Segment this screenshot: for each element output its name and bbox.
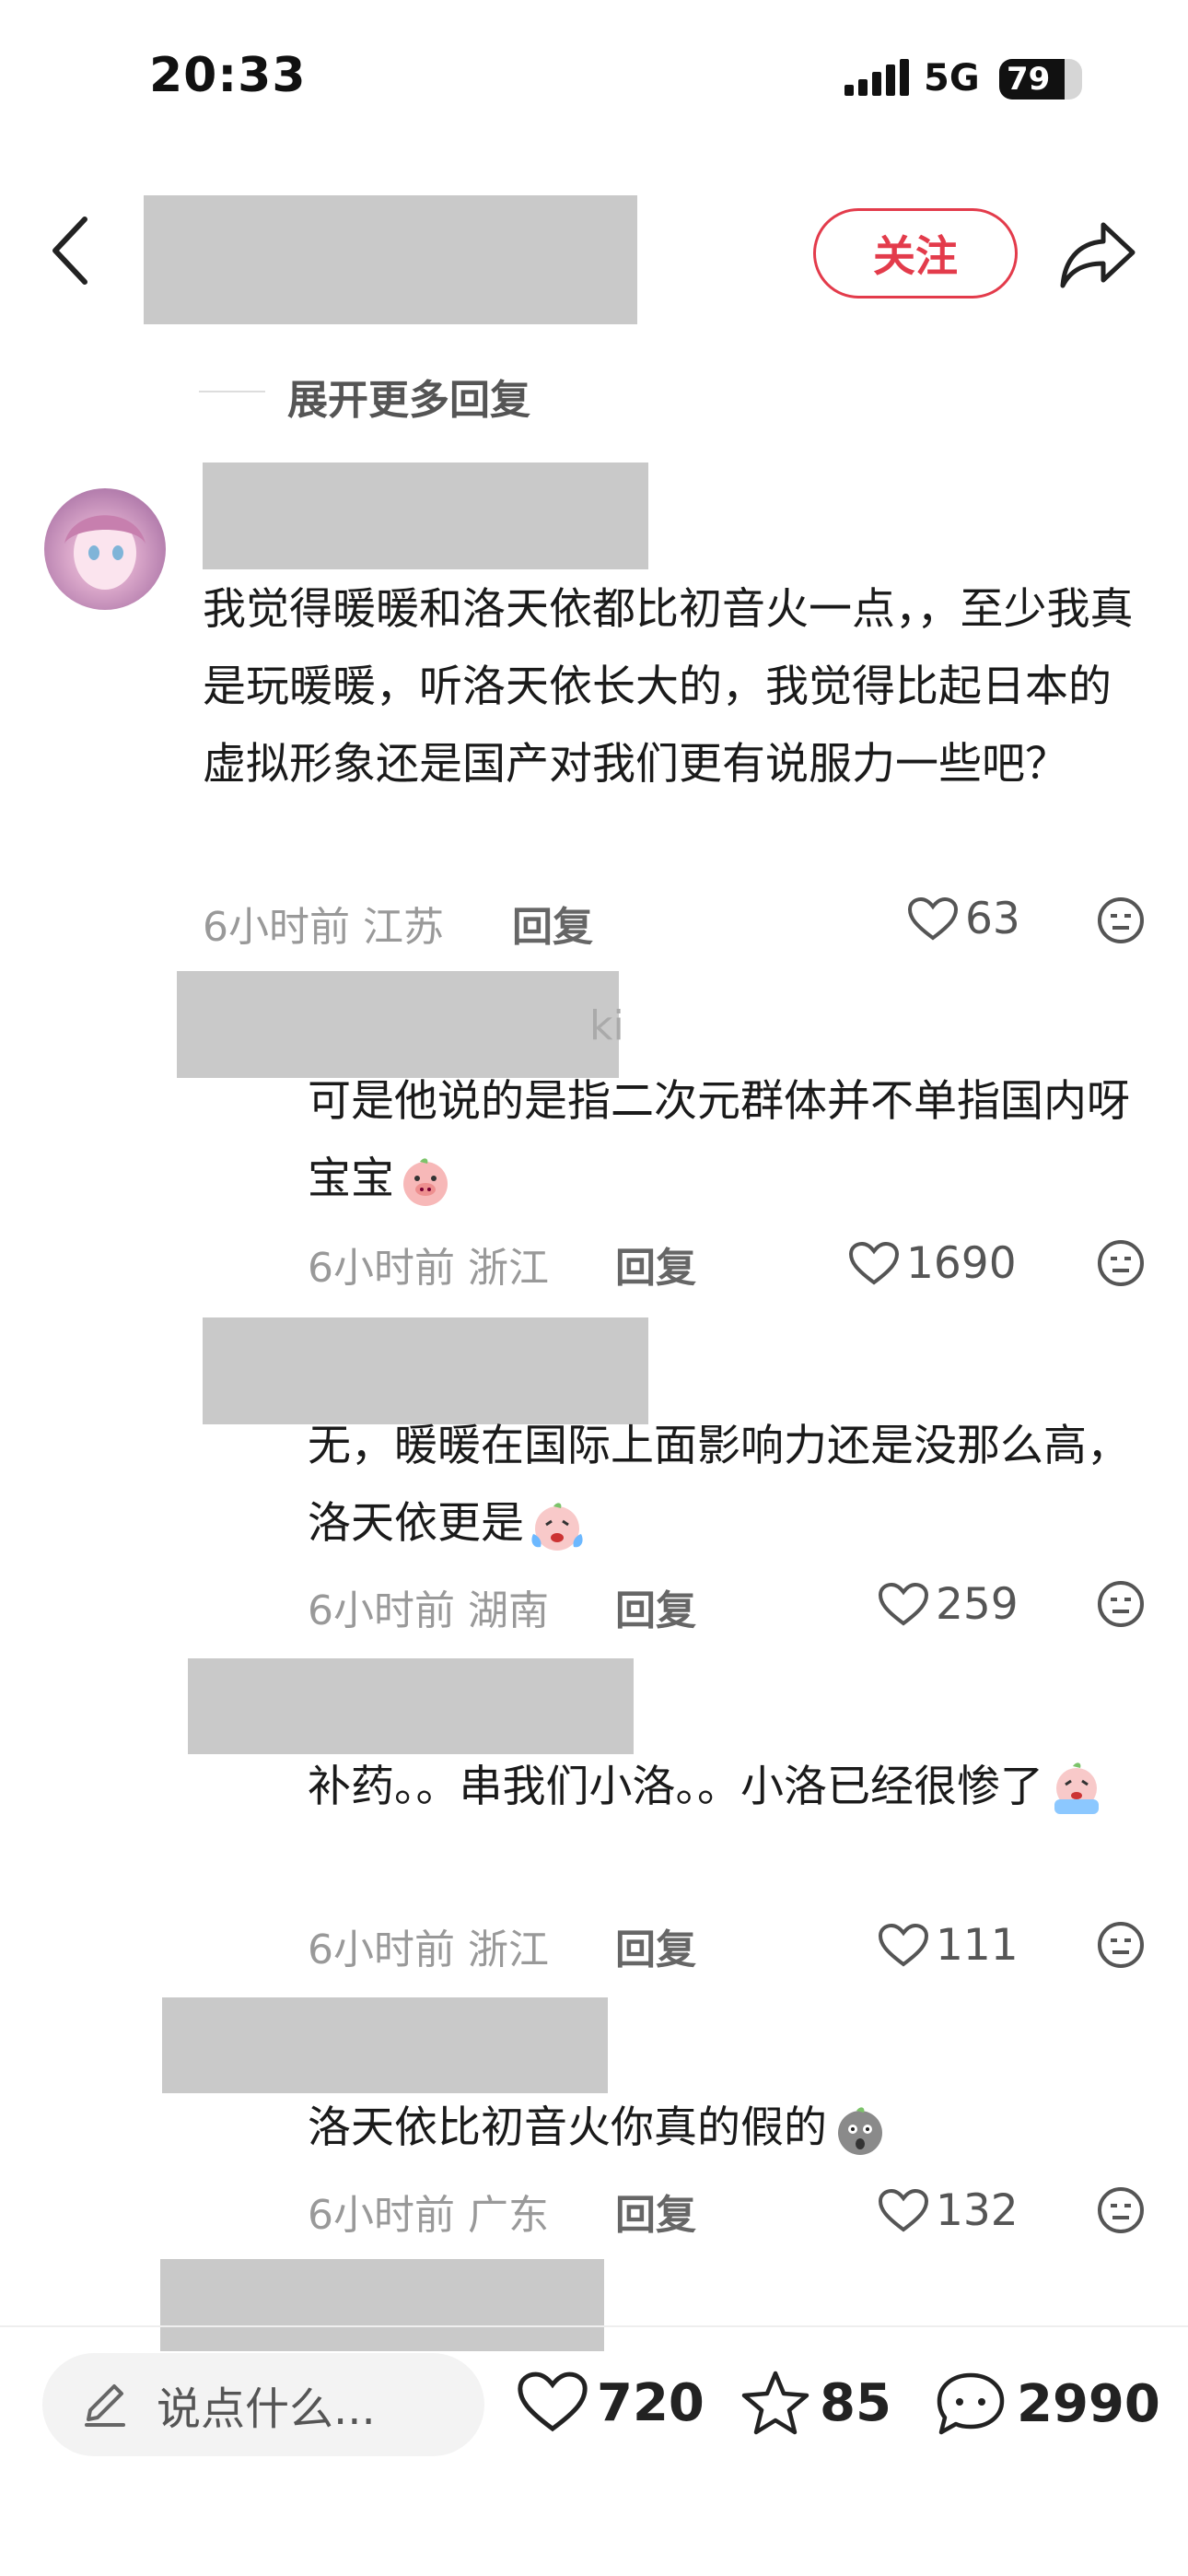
comment-meta: 6小时前 浙江	[308, 1235, 549, 1294]
back-arrow-icon[interactable]	[48, 214, 92, 287]
shocked-face-icon	[838, 2106, 882, 2155]
username-redacted	[177, 971, 619, 1078]
favorite-count: 85	[820, 2372, 891, 2433]
comment-time: 6小时前	[308, 1926, 455, 1973]
username-fragment: ki	[589, 1002, 624, 1049]
pencil-icon	[85, 2384, 125, 2427]
like-button[interactable]: 111	[879, 1920, 1019, 1971]
reply-button[interactable]: 回复	[615, 2182, 696, 2241]
comment-input-placeholder: 说点什么...	[157, 2383, 376, 2435]
like-count: 1690	[906, 1238, 1017, 1289]
comment-meta: 6小时前 江苏	[203, 894, 444, 953]
heart-icon	[908, 896, 958, 940]
reply-button[interactable]: 回复	[615, 1916, 696, 1975]
heart-icon	[879, 1923, 928, 1966]
follow-button[interactable]: 关注	[813, 208, 1018, 299]
comment-meta: 6小时前 浙江	[308, 1916, 549, 1975]
expand-more-replies[interactable]: 展开更多回复	[287, 367, 530, 426]
like-count: 132	[936, 2185, 1019, 2236]
reply-button[interactable]: 回复	[512, 894, 593, 953]
reply-button[interactable]: 回复	[615, 1235, 696, 1294]
username-redacted	[203, 463, 648, 569]
avatar[interactable]	[44, 488, 166, 610]
comment-bubble-icon	[937, 2372, 1005, 2435]
comment-location: 江苏	[363, 904, 444, 951]
dislike-face-icon[interactable]	[1096, 1238, 1146, 1288]
comment-text: 补药。。串我们小洛。。小洛已经很惨了	[308, 1749, 1136, 1826]
dislike-face-icon[interactable]	[1096, 1579, 1146, 1629]
like-button[interactable]: 132	[879, 2185, 1019, 2236]
avatar-illustration	[64, 515, 146, 590]
favorite-button[interactable]: 85	[740, 2370, 891, 2436]
comment-text-content: 无，暖暖在国际上面影响力还是没那么高，洛天依更是	[308, 1421, 1130, 1549]
comment-location: 广东	[468, 2192, 549, 2239]
comment-meta: 6小时前 广东	[308, 2182, 549, 2241]
expand-divider	[199, 391, 265, 392]
network-type: 5G	[924, 57, 980, 100]
comment-text-content: 洛天依比初音火你真的假的	[308, 2102, 827, 2153]
comment-location: 浙江	[468, 1926, 549, 1973]
comment-time: 6小时前	[308, 1245, 455, 1292]
battery-icon: 79	[999, 59, 1082, 100]
heart-icon	[518, 2371, 588, 2432]
comment-text-content: 补药。。串我们小洛。。小洛已经很惨了	[308, 1762, 1043, 1812]
like-post-button[interactable]: 720	[518, 2371, 705, 2434]
comment-location: 浙江	[468, 1245, 549, 1292]
heart-icon	[879, 2188, 928, 2231]
share-icon[interactable]	[1057, 217, 1138, 291]
reply-button[interactable]: 回复	[615, 1577, 696, 1636]
comment-text: 洛天依比初音火你真的假的	[308, 2090, 1155, 2167]
like-count: 63	[965, 894, 1020, 944]
comment-text: 我觉得暖暖和洛天依都比初音火一点，，至少我真是玩暖暖，听洛天依长大的，我觉得比起…	[203, 584, 1134, 790]
like-count: 259	[936, 1579, 1019, 1630]
bottom-bar-divider	[0, 2325, 1188, 2327]
comment-location: 湖南	[468, 1587, 549, 1634]
comment-text: 无，暖暖在国际上面影响力还是没那么高，洛天依更是	[308, 1408, 1155, 1563]
cellular-signal-icon	[844, 59, 909, 96]
author-info-redacted	[144, 195, 637, 324]
heart-icon	[849, 1241, 899, 1284]
comment-count: 2990	[1017, 2373, 1160, 2434]
comments-button[interactable]: 2990	[934, 2370, 1160, 2438]
pig-face-icon	[403, 1157, 448, 1206]
like-button[interactable]: 259	[879, 1579, 1019, 1630]
comment-meta: 6小时前 湖南	[308, 1577, 549, 1636]
battery-percent: 79	[1007, 61, 1051, 98]
star-icon	[741, 2371, 809, 2435]
dislike-face-icon[interactable]	[1096, 2185, 1146, 2235]
comment-time: 6小时前	[308, 1587, 455, 1634]
dislike-face-icon[interactable]	[1096, 896, 1146, 945]
username-redacted	[162, 1997, 608, 2093]
comment-time: 6小时前	[203, 904, 350, 951]
status-time: 20:33	[149, 48, 307, 103]
like-button[interactable]: 1690	[849, 1238, 1017, 1289]
comment-time: 6小时前	[308, 2192, 455, 2239]
username-redacted	[188, 1658, 634, 1754]
like-button[interactable]: 63	[908, 894, 1020, 944]
like-count: 111	[936, 1920, 1019, 1971]
heart-icon	[879, 1582, 928, 1625]
dislike-face-icon[interactable]	[1096, 1920, 1146, 1970]
comment-input[interactable]: 说点什么...	[42, 2353, 484, 2456]
crying-face-icon	[531, 1502, 583, 1551]
username-redacted	[160, 2259, 604, 2351]
sobbing-face-icon	[1054, 1762, 1099, 1814]
post-like-count: 720	[597, 2372, 705, 2433]
comment-text: 可是他说的是指二次元群体并不单指国内呀宝宝	[308, 1063, 1155, 1218]
